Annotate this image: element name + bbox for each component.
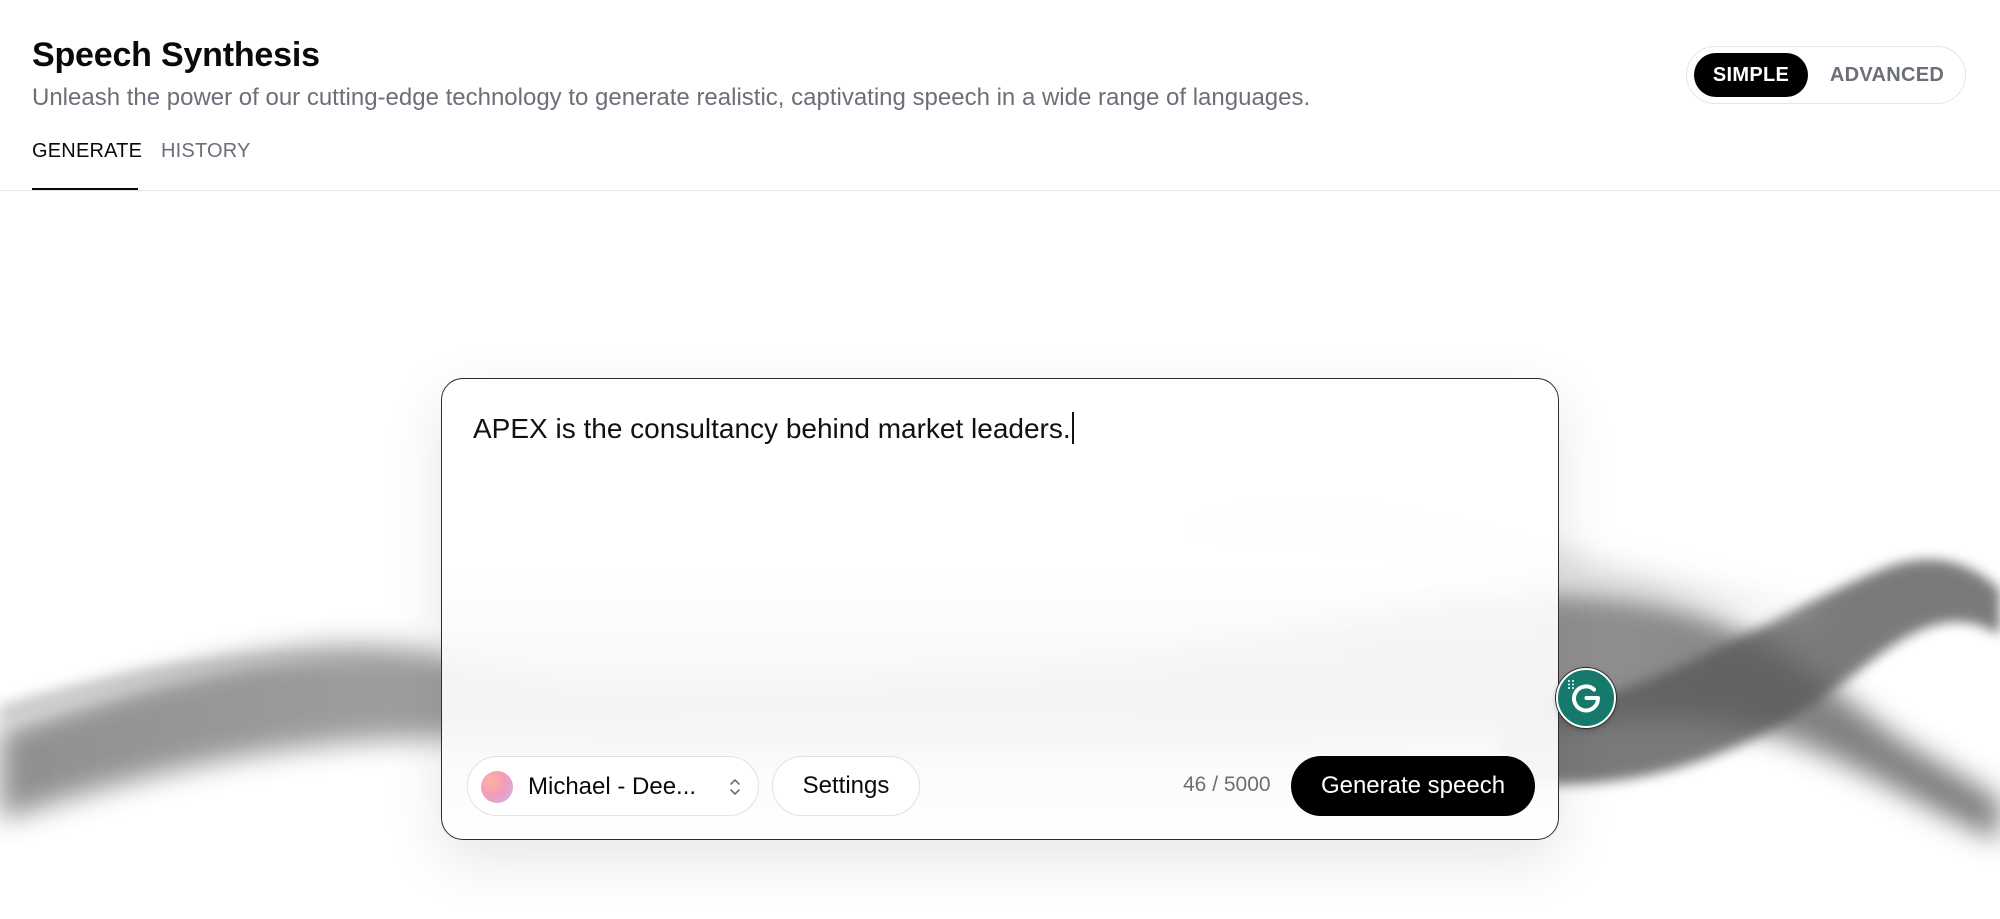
tabs-divider — [0, 190, 2000, 191]
drag-handle-icon — [1568, 680, 1574, 689]
chevron-up-down-icon — [730, 779, 740, 795]
mode-simple-button[interactable]: SIMPLE — [1694, 53, 1808, 97]
tab-generate[interactable]: GENERATE — [32, 140, 142, 190]
generate-speech-button[interactable]: Generate speech — [1291, 756, 1535, 816]
voice-avatar — [481, 771, 513, 803]
speech-synthesis-page: Speech Synthesis Unleash the power of ou… — [0, 0, 2000, 919]
grammarly-icon[interactable] — [1556, 668, 1616, 728]
text-editor-card: APEX is the consultancy behind market le… — [441, 378, 1559, 840]
voice-selector[interactable]: Michael - Dee... — [467, 756, 759, 816]
settings-button[interactable]: Settings — [772, 756, 920, 816]
mode-advanced-button[interactable]: ADVANCED — [1817, 53, 1957, 97]
mode-toggle: SIMPLE ADVANCED — [1686, 46, 1966, 104]
speech-text-input[interactable]: APEX is the consultancy behind market le… — [473, 409, 1523, 709]
text-caret — [1071, 412, 1074, 444]
speech-text: APEX is the consultancy behind market le… — [473, 413, 1071, 444]
character-count: 46 / 5000 — [1183, 773, 1271, 796]
tab-history[interactable]: HISTORY — [161, 140, 251, 190]
page-subtitle: Unleash the power of our cutting-edge te… — [32, 84, 1311, 111]
voice-name: Michael - Dee... — [528, 773, 697, 800]
page-title: Speech Synthesis — [32, 36, 320, 74]
